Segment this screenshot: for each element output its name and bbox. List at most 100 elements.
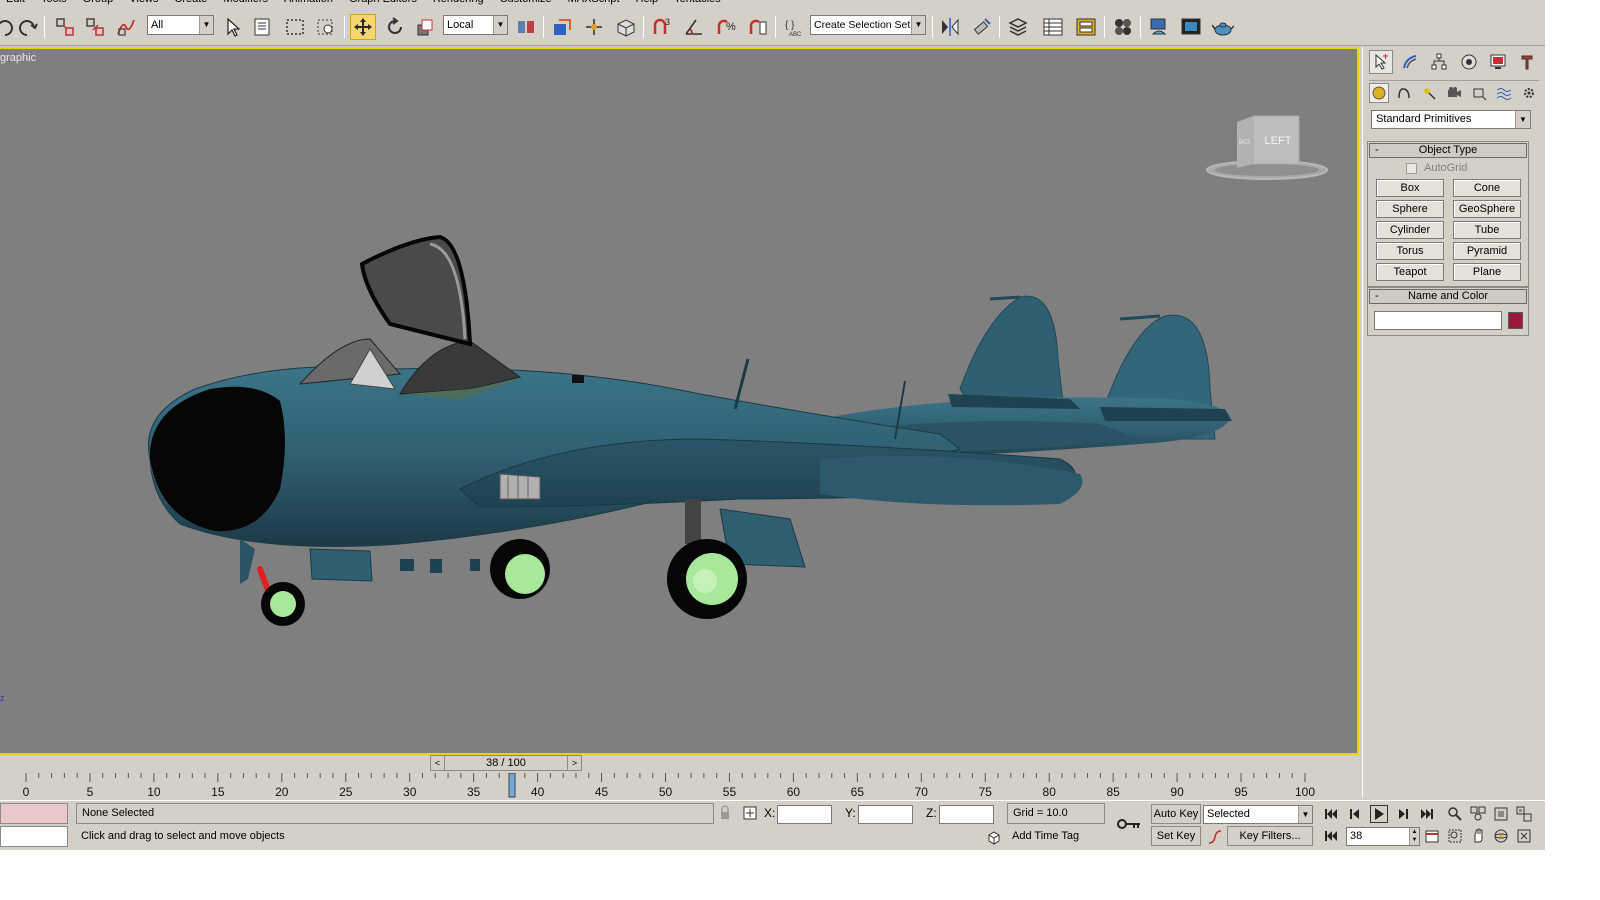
time-slider-prev-icon[interactable]: <	[431, 756, 445, 770]
display-tab-icon[interactable]	[1486, 50, 1510, 74]
hierarchy-tab-icon[interactable]	[1427, 50, 1451, 74]
menu-animation[interactable]: Animation	[284, 0, 333, 5]
maximize-viewport-icon[interactable]	[1515, 827, 1533, 845]
curve-editor-icon[interactable]	[1040, 14, 1066, 40]
key-mode-dropdown[interactable]: Selected ▼	[1203, 805, 1313, 824]
bind-space-warp-icon[interactable]	[113, 14, 139, 40]
systems-icon[interactable]	[1519, 83, 1539, 103]
next-frame-icon[interactable]	[1394, 805, 1412, 823]
default-in-out-tangents-icon[interactable]	[1206, 828, 1224, 846]
zoom-extents-icon[interactable]	[1492, 805, 1510, 823]
object-color-swatch[interactable]	[1508, 312, 1523, 329]
motion-tab-icon[interactable]	[1457, 50, 1481, 74]
mirror-icon[interactable]	[937, 14, 963, 40]
box-button[interactable]: Box	[1376, 179, 1444, 197]
maxscript-listener-field[interactable]	[0, 803, 68, 824]
redo-icon[interactable]	[14, 14, 40, 40]
y-coordinate-input[interactable]	[858, 805, 913, 824]
select-object-icon[interactable]	[220, 14, 246, 40]
lights-icon[interactable]	[1419, 83, 1439, 103]
helpers-icon[interactable]	[1469, 83, 1489, 103]
x-coordinate-input[interactable]	[777, 805, 832, 824]
object-category-dropdown[interactable]: Standard Primitives ▼	[1371, 110, 1531, 129]
window-crossing-icon[interactable]	[313, 14, 339, 40]
play-animation-icon[interactable]	[1370, 805, 1388, 823]
menu-edit[interactable]: Edit	[6, 0, 25, 5]
viewport-label[interactable]: graphic	[0, 52, 36, 64]
menu-help[interactable]: Help	[636, 0, 659, 5]
current-frame-marker[interactable]	[508, 772, 516, 798]
snaps-toggle-icon[interactable]	[613, 14, 639, 40]
select-and-rotate-icon[interactable]	[382, 14, 408, 40]
time-slider[interactable]: < 38 / 100 >	[430, 755, 582, 771]
set-key-mode-icon[interactable]	[1116, 815, 1142, 833]
plane-button[interactable]: Plane	[1453, 263, 1521, 281]
z-coordinate-input[interactable]	[939, 805, 994, 824]
create-tab-icon[interactable]	[1369, 50, 1393, 74]
geosphere-button[interactable]: GeoSphere	[1453, 200, 1521, 218]
menu-create[interactable]: Create	[174, 0, 207, 5]
quick-render-icon[interactable]	[1210, 14, 1236, 40]
select-manipulate-icon[interactable]	[549, 14, 575, 40]
material-editor-icon[interactable]	[1110, 14, 1136, 40]
named-selection-sets-dropdown[interactable]: Create Selection Set ▼	[810, 15, 926, 35]
time-tag-icon[interactable]	[985, 829, 1003, 847]
object-type-rollout-header[interactable]: - Object Type	[1369, 143, 1527, 158]
teapot-button[interactable]: Teapot	[1376, 263, 1444, 281]
sphere-button[interactable]: Sphere	[1376, 200, 1444, 218]
unlink-selection-icon[interactable]	[82, 14, 108, 40]
perspective-viewport[interactable]: graphic z LEFT BACK	[0, 47, 1359, 755]
absolute-mode-icon[interactable]	[741, 804, 759, 822]
torus-button[interactable]: Torus	[1376, 242, 1444, 260]
spinner-snap-icon[interactable]	[745, 14, 771, 40]
viewcube[interactable]: LEFT BACK	[1205, 114, 1330, 184]
percent-snap-icon[interactable]: %	[713, 14, 739, 40]
zoom-extents-all-icon[interactable]	[1515, 805, 1533, 823]
shapes-icon[interactable]	[1394, 83, 1414, 103]
zoom-all-icon[interactable]	[1469, 805, 1487, 823]
select-and-scale-icon[interactable]	[413, 14, 439, 40]
cylinder-button[interactable]: Cylinder	[1376, 221, 1444, 239]
time-configuration-icon[interactable]	[1423, 827, 1441, 845]
schematic-view-icon[interactable]	[1073, 14, 1099, 40]
lock-selection-icon[interactable]	[716, 804, 734, 822]
go-to-start-icon[interactable]	[1322, 805, 1340, 823]
name-and-color-rollout-header[interactable]: - Name and Color	[1369, 289, 1527, 304]
utilities-tab-icon[interactable]	[1515, 50, 1539, 74]
cameras-icon[interactable]	[1444, 83, 1464, 103]
rect-selection-region-icon[interactable]	[282, 14, 308, 40]
geometry-icon[interactable]	[1369, 83, 1389, 103]
key-filters-button[interactable]: Key Filters...	[1227, 826, 1313, 846]
menu-views[interactable]: Views	[129, 0, 158, 5]
go-to-end-icon[interactable]	[1418, 805, 1436, 823]
zoom-icon[interactable]	[1446, 805, 1464, 823]
cone-button[interactable]: Cone	[1453, 179, 1521, 197]
edit-named-selection-icon[interactable]: { } ABC	[781, 14, 807, 40]
rendered-frame-window-icon[interactable]	[1178, 14, 1204, 40]
maxscript-mini-listener-field[interactable]	[0, 826, 68, 847]
aircraft-model[interactable]	[140, 189, 1240, 629]
pivot-center-icon[interactable]	[513, 14, 539, 40]
menu-graph-editors[interactable]: Graph Editors	[349, 0, 417, 5]
pan-view-icon[interactable]	[1469, 827, 1487, 845]
key-mode-toggle-icon[interactable]	[1322, 827, 1340, 845]
modify-tab-icon[interactable]	[1398, 50, 1422, 74]
menu-customize[interactable]: Customize	[500, 0, 552, 5]
space-warps-icon[interactable]	[1494, 83, 1514, 103]
zoom-region-icon[interactable]	[1446, 827, 1464, 845]
time-slider-next-icon[interactable]: >	[567, 756, 581, 770]
menu-tentacles[interactable]: Tentacles	[674, 0, 720, 5]
render-setup-icon[interactable]	[1146, 14, 1172, 40]
align-icon[interactable]	[969, 14, 995, 40]
tube-button[interactable]: Tube	[1453, 221, 1521, 239]
angle-snap-icon[interactable]	[681, 14, 707, 40]
select-and-move-icon[interactable]	[350, 14, 376, 40]
add-time-tag[interactable]: Add Time Tag	[1007, 827, 1105, 848]
reference-coord-dropdown[interactable]: Local ▼	[443, 15, 508, 35]
set-key-button[interactable]: Set Key	[1151, 826, 1201, 846]
select-by-name-icon[interactable]	[250, 14, 276, 40]
orbit-icon[interactable]	[1492, 827, 1510, 845]
layer-manager-icon[interactable]	[1005, 14, 1031, 40]
object-name-input[interactable]	[1374, 311, 1502, 330]
track-bar[interactable]: 0 5 10 15 20 25 30 35 40 45 50 55 60 65 70 75 80 85 90 95 10…	[0, 772, 1360, 799]
